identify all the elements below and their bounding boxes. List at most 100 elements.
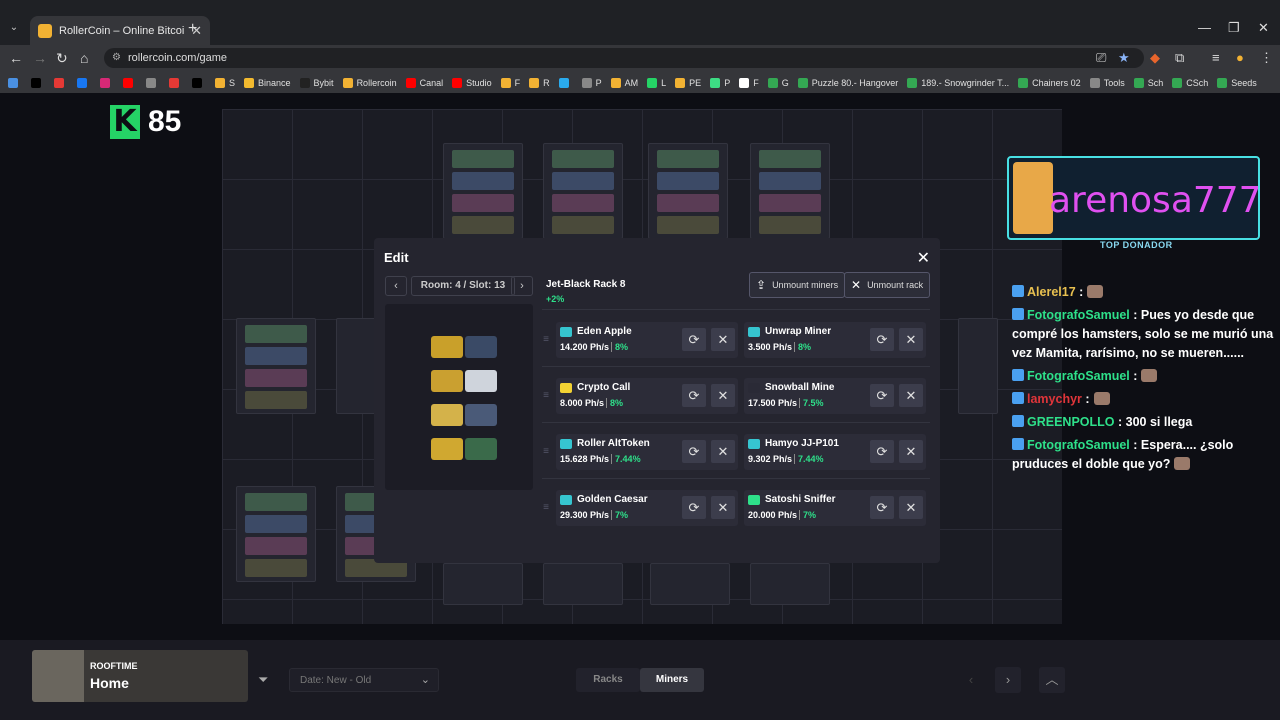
- remove-miner-icon[interactable]: ✕: [711, 328, 735, 351]
- media-control-icon[interactable]: ≡: [1212, 50, 1220, 65]
- bookmark-item[interactable]: PE: [675, 78, 701, 88]
- profile-avatar-icon[interactable]: ●: [1236, 50, 1244, 65]
- unmount-rack-button[interactable]: ✕ Unmount rack: [844, 272, 931, 298]
- browser-tab-bar: ⌄ RollerCoin – Online Bitcoin Mi ✕ + — ❐…: [0, 0, 1280, 45]
- replace-miner-icon[interactable]: ⟳: [870, 328, 894, 351]
- install-app-icon[interactable]: ⎚: [1096, 50, 1106, 66]
- tab-miners[interactable]: Miners: [640, 668, 704, 692]
- remove-miner-icon[interactable]: ✕: [711, 440, 735, 463]
- bookmark-item[interactable]: Tools: [1089, 78, 1125, 88]
- date-sort-select[interactable]: Date: New - Old ⌄: [289, 668, 439, 692]
- replace-miner-icon[interactable]: ⟳: [682, 328, 706, 351]
- scroll-up-button[interactable]: ︿: [1039, 667, 1065, 693]
- bookmark-item[interactable]: Sch: [1133, 78, 1163, 88]
- bookmark-item[interactable]: AM: [610, 78, 638, 88]
- rack[interactable]: [650, 563, 730, 605]
- close-modal-icon[interactable]: ✕: [917, 248, 930, 268]
- close-window-icon[interactable]: ✕: [1258, 20, 1269, 36]
- bookmark-item[interactable]: S: [215, 78, 235, 88]
- bookmark-item[interactable]: G: [767, 78, 789, 88]
- rack[interactable]: [648, 143, 728, 239]
- bookmark-item[interactable]: Seeds: [1217, 78, 1257, 88]
- site-info-icon[interactable]: ⚙: [112, 52, 121, 63]
- drag-handle-icon[interactable]: ≡: [542, 390, 550, 401]
- bookmark-item[interactable]: [77, 78, 91, 88]
- bookmark-item[interactable]: [31, 78, 45, 88]
- bookmark-item[interactable]: P: [710, 78, 730, 88]
- bookmark-item[interactable]: F: [500, 78, 520, 88]
- remove-miner-icon[interactable]: ✕: [711, 384, 735, 407]
- bookmark-item[interactable]: Puzzle 80.- Hangover: [797, 78, 898, 88]
- bookmark-star-icon[interactable]: ★: [1118, 50, 1130, 66]
- rack[interactable]: [750, 563, 830, 605]
- miner-tier-badge: [560, 494, 572, 505]
- bookmark-item[interactable]: CSch: [1172, 78, 1208, 88]
- bookmark-item[interactable]: L: [647, 78, 666, 88]
- remove-miner-icon[interactable]: ✕: [899, 440, 923, 463]
- unmount-miners-button[interactable]: ⇪ Unmount miners: [749, 272, 846, 298]
- bookmark-item[interactable]: Binance: [244, 78, 291, 88]
- bookmark-item[interactable]: [192, 78, 206, 88]
- bookmark-item[interactable]: [169, 78, 183, 88]
- bookmark-item[interactable]: F: [739, 78, 759, 88]
- replace-miner-icon[interactable]: ⟳: [870, 496, 894, 519]
- rack[interactable]: [236, 318, 316, 414]
- home-icon[interactable]: ⌂: [80, 50, 88, 66]
- tab-racks[interactable]: Racks: [576, 668, 640, 692]
- minimize-icon[interactable]: —: [1198, 20, 1211, 35]
- preview-miner: [431, 438, 463, 460]
- remove-miner-icon[interactable]: ✕: [711, 496, 735, 519]
- browser-menu-icon[interactable]: ⋮: [1260, 50, 1273, 66]
- bookmark-item[interactable]: R: [529, 78, 550, 88]
- bookmark-item[interactable]: Bybit: [299, 78, 334, 88]
- bookmark-item[interactable]: Chainers 02: [1018, 78, 1081, 88]
- prev-page-button[interactable]: ‹: [958, 667, 984, 693]
- tab-search-icon[interactable]: ⌄: [6, 22, 22, 38]
- remove-miner-icon[interactable]: ✕: [899, 328, 923, 351]
- rack[interactable]: [336, 318, 376, 414]
- rack[interactable]: [236, 486, 316, 582]
- next-page-button[interactable]: ›: [995, 667, 1021, 693]
- bookmark-item[interactable]: [54, 78, 68, 88]
- remove-miner-icon[interactable]: ✕: [899, 384, 923, 407]
- bookmark-item[interactable]: [123, 78, 137, 88]
- rack[interactable]: [543, 563, 623, 605]
- bookmark-item[interactable]: P: [581, 78, 602, 88]
- rack[interactable]: [443, 563, 523, 605]
- rack[interactable]: [750, 143, 830, 239]
- drag-handle-icon[interactable]: ≡: [542, 502, 550, 513]
- remove-miner-icon[interactable]: ✕: [899, 496, 923, 519]
- reload-icon[interactable]: ↻: [56, 50, 68, 67]
- forward-icon[interactable]: →: [33, 50, 47, 66]
- replace-miner-icon[interactable]: ⟳: [682, 440, 706, 463]
- bookmark-item[interactable]: [146, 78, 160, 88]
- bookmark-icon: [100, 78, 110, 88]
- next-slot-button[interactable]: ›: [511, 276, 533, 296]
- back-icon[interactable]: ←: [9, 50, 23, 66]
- browser-tab[interactable]: RollerCoin – Online Bitcoin Mi ✕: [30, 16, 210, 45]
- room-selector[interactable]: ROOFTIME Home: [32, 650, 248, 702]
- bookmark-item[interactable]: 189.- Snowgrinder T...: [907, 78, 1009, 88]
- drag-handle-icon[interactable]: ≡: [542, 334, 550, 345]
- maximize-icon[interactable]: ❐: [1228, 20, 1240, 36]
- extension-fox-icon[interactable]: ◆: [1150, 50, 1160, 66]
- replace-miner-icon[interactable]: ⟳: [870, 384, 894, 407]
- rack[interactable]: [443, 143, 523, 239]
- rack[interactable]: [543, 143, 623, 239]
- replace-miner-icon[interactable]: ⟳: [682, 496, 706, 519]
- replace-miner-icon[interactable]: ⟳: [682, 384, 706, 407]
- new-tab-icon[interactable]: +: [188, 20, 197, 38]
- extensions-puzzle-icon[interactable]: ⧉: [1175, 50, 1184, 66]
- drag-handle-icon[interactable]: ≡: [542, 446, 550, 457]
- bookmark-item[interactable]: [558, 78, 573, 88]
- filter-icon[interactable]: ⏷: [258, 672, 268, 688]
- bookmark-item[interactable]: Canal: [405, 78, 443, 88]
- rack[interactable]: [958, 318, 998, 414]
- url-field[interactable]: ⚙ rollercoin.com/game: [104, 48, 1144, 68]
- bookmark-item[interactable]: Studio: [452, 78, 492, 88]
- bookmark-item[interactable]: [8, 78, 22, 88]
- bookmark-item[interactable]: [100, 78, 114, 88]
- prev-slot-button[interactable]: ‹: [385, 276, 407, 296]
- replace-miner-icon[interactable]: ⟳: [870, 440, 894, 463]
- bookmark-item[interactable]: Rollercoin: [342, 78, 397, 88]
